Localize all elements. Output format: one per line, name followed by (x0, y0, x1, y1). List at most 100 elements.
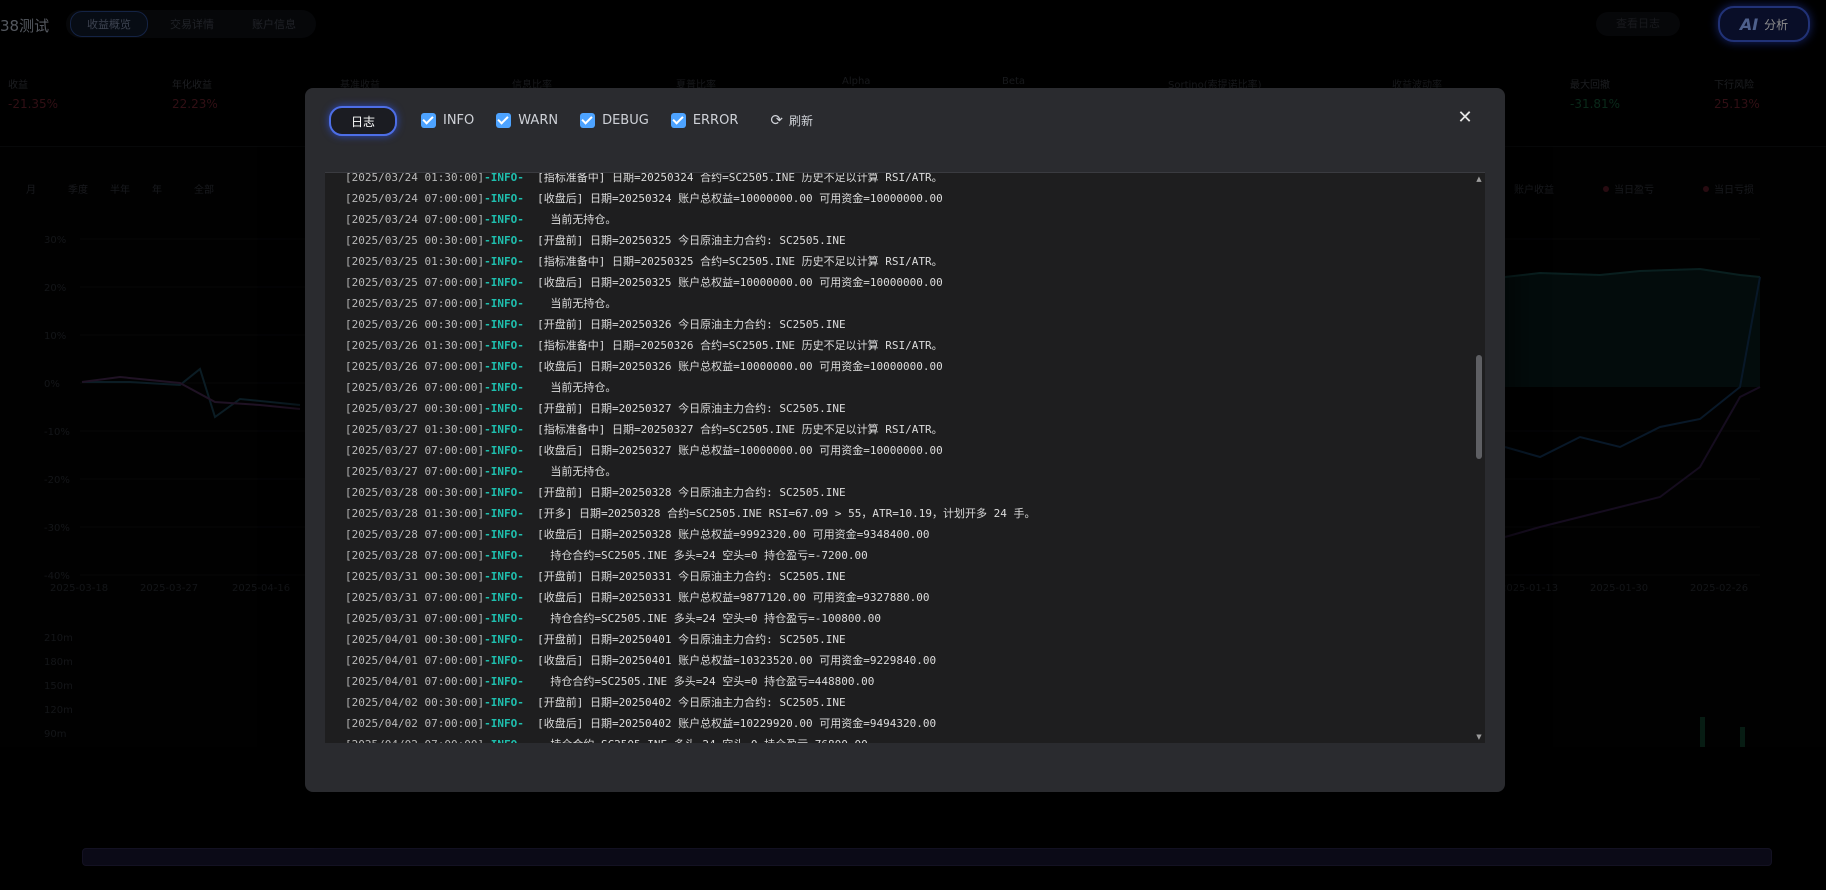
log-timestamp: [2025/03/27 01:30:00] (345, 423, 485, 436)
log-message: [开盘前] 日期=20250325 今日原油主力合约: SC2505.INE (523, 234, 846, 247)
log-timestamp: [2025/03/26 00:30:00] (345, 318, 485, 331)
log-timestamp: [2025/03/31 07:00:00] (345, 591, 485, 604)
log-message: [指标准备中] 日期=20250325 合约=SC2505.INE 历史不足以计… (523, 255, 943, 268)
log-level: -INFO- (484, 276, 524, 289)
log-message: [收盘后] 日期=20250324 账户总权益=10000000.00 可用资金… (523, 192, 943, 205)
scroll-down-arrow-icon[interactable]: ▼ (1475, 733, 1483, 741)
log-timestamp: [2025/03/26 07:00:00] (345, 381, 485, 394)
log-timestamp: [2025/03/24 01:30:00] (345, 172, 485, 184)
log-tab-button[interactable]: 日志 (329, 106, 397, 136)
error-checkbox[interactable] (670, 112, 686, 128)
log-message: 当前无持仓。 (523, 381, 617, 394)
log-timestamp: [2025/04/01 07:00:00] (345, 675, 485, 688)
log-line: [2025/03/28 01:30:00]-INFO- [开多] 日期=2025… (345, 503, 1035, 524)
log-lines: [2025/03/24 01:30:00]-INFO- [指标准备中] 日期=2… (345, 172, 1035, 743)
log-line: [2025/03/24 07:00:00]-INFO- 当前无持仓。 (345, 209, 1035, 230)
log-line: [2025/03/28 07:00:00]-INFO- 持仓合约=SC2505.… (345, 545, 1035, 566)
scrollbar-thumb[interactable] (1476, 355, 1482, 459)
log-level: -INFO- (484, 612, 524, 625)
log-timestamp: [2025/04/02 07:00:00] (345, 738, 484, 743)
log-message: [指标准备中] 日期=20250327 合约=SC2505.INE 历史不足以计… (523, 423, 943, 436)
log-message: [开多] 日期=20250328 合约=SC2505.INE RSI=67.09… (523, 507, 1036, 520)
log-timestamp: [2025/03/27 07:00:00] (345, 465, 485, 478)
log-timestamp: [2025/04/01 07:00:00] (345, 654, 485, 667)
log-message: 持仓合约=SC2505.INE 多头=24 空头=0 持仓盈亏=76800.00 (524, 738, 867, 743)
log-timestamp: [2025/04/02 00:30:00] (345, 696, 485, 709)
log-timestamp: [2025/03/28 00:30:00] (345, 486, 485, 499)
info-checkbox[interactable] (421, 112, 436, 128)
log-timestamp: [2025/03/28 01:30:00] (345, 507, 485, 520)
log-line: [2025/03/27 00:30:00]-INFO- [开盘前] 日期=202… (345, 398, 1035, 419)
log-level: -INFO- (484, 591, 524, 604)
log-level: -INFO- (484, 633, 524, 646)
log-timestamp: [2025/03/28 07:00:00] (345, 528, 485, 541)
scroll-up-arrow-icon[interactable]: ▲ (1475, 175, 1483, 183)
filter-error-label: ERROR (692, 112, 739, 128)
filter-info[interactable]: INFO (421, 112, 475, 128)
log-message: [开盘前] 日期=20250327 今日原油主力合约: SC2505.INE (523, 402, 846, 415)
log-message: [开盘前] 日期=20250326 今日原油主力合约: SC2505.INE (523, 318, 846, 331)
log-line: [2025/03/27 01:30:00]-INFO- [指标准备中] 日期=2… (345, 419, 1035, 440)
warn-checkbox[interactable] (496, 112, 512, 128)
log-line: [2025/03/24 01:30:00]-INFO- [指标准备中] 日期=2… (345, 172, 1035, 188)
log-level: -INFO- (484, 549, 524, 562)
log-message: [收盘后] 日期=20250325 账户总权益=10000000.00 可用资金… (523, 276, 943, 289)
log-level: -INFO- (484, 717, 524, 730)
log-message: [开盘前] 日期=20250402 今日原油主力合约: SC2505.INE (523, 696, 846, 709)
log-output[interactable]: [2025/03/24 01:30:00]-INFO- [指标准备中] 日期=2… (325, 172, 1485, 743)
log-level: -INFO- (484, 255, 524, 268)
log-level: -INFO- (484, 381, 524, 394)
log-level: -INFO- (484, 738, 524, 743)
log-line: [2025/03/31 07:00:00]-INFO- [收盘后] 日期=202… (345, 587, 1035, 608)
filter-error[interactable]: ERROR (670, 112, 739, 128)
log-line: [2025/03/27 07:00:00]-INFO- [收盘后] 日期=202… (345, 440, 1035, 461)
log-line: [2025/03/26 07:00:00]-INFO- [收盘后] 日期=202… (345, 356, 1035, 377)
log-dialog: 日志 INFO WARN DEBUG ERROR ⟳ 刷新 ✕ [2025/03… (305, 88, 1505, 792)
log-timestamp: [2025/03/24 07:00:00] (345, 192, 485, 205)
log-line: [2025/03/26 00:30:00]-INFO- [开盘前] 日期=202… (345, 314, 1035, 335)
filter-info-label: INFO (443, 112, 475, 128)
log-line: [2025/03/31 00:30:00]-INFO- [开盘前] 日期=202… (345, 566, 1035, 587)
log-level: -INFO- (484, 696, 524, 709)
log-timestamp: [2025/03/31 00:30:00] (345, 570, 485, 583)
log-level: -INFO- (484, 654, 524, 667)
refresh-icon: ⟳ (770, 111, 783, 129)
log-line: [2025/03/31 07:00:00]-INFO- 持仓合约=SC2505.… (345, 608, 1035, 629)
log-level: -INFO- (484, 192, 524, 205)
log-message: 持仓合约=SC2505.INE 多头=24 空头=0 持仓盈亏=448800.0… (523, 675, 875, 688)
filter-debug[interactable]: DEBUG (580, 112, 649, 128)
filter-debug-label: DEBUG (602, 112, 649, 128)
log-level: -INFO- (484, 360, 524, 373)
filter-warn[interactable]: WARN (496, 112, 558, 128)
log-line: [2025/03/24 07:00:00]-INFO- [收盘后] 日期=202… (345, 188, 1035, 209)
log-line: [2025/03/28 00:30:00]-INFO- [开盘前] 日期=202… (345, 482, 1035, 503)
log-message: [收盘后] 日期=20250401 账户总权益=10323520.00 可用资金… (523, 654, 937, 667)
log-line: [2025/04/01 07:00:00]-INFO- [收盘后] 日期=202… (345, 650, 1035, 671)
log-timestamp: [2025/04/02 07:00:00] (345, 717, 485, 730)
refresh-button[interactable]: ⟳ 刷新 (770, 111, 813, 129)
log-timestamp: [2025/03/26 07:00:00] (345, 360, 485, 373)
log-message: [收盘后] 日期=20250328 账户总权益=9992320.00 可用资金=… (523, 528, 930, 541)
log-message: 持仓合约=SC2505.INE 多头=24 空头=0 持仓盈亏=-100800.… (523, 612, 881, 625)
log-line: [2025/03/28 07:00:00]-INFO- [收盘后] 日期=202… (345, 524, 1035, 545)
log-timestamp: [2025/03/27 07:00:00] (345, 444, 485, 457)
log-level: -INFO- (484, 486, 524, 499)
log-line: [2025/03/25 07:00:00]-INFO- 当前无持仓。 (345, 293, 1035, 314)
log-scrollbar[interactable]: ▲ ▼ (1473, 173, 1485, 743)
log-timestamp: [2025/03/26 01:30:00] (345, 339, 485, 352)
close-icon[interactable]: ✕ (1455, 108, 1475, 128)
log-level: -INFO- (484, 570, 524, 583)
log-level: -INFO- (484, 528, 524, 541)
log-timestamp: [2025/03/31 07:00:00] (345, 612, 485, 625)
log-message: 当前无持仓。 (523, 297, 617, 310)
log-message: [收盘后] 日期=20250326 账户总权益=10000000.00 可用资金… (523, 360, 943, 373)
log-level: -INFO- (484, 675, 524, 688)
log-timestamp: [2025/03/24 07:00:00] (345, 213, 485, 226)
log-level: -INFO- (484, 172, 524, 184)
log-message: 持仓合约=SC2505.INE 多头=24 空头=0 持仓盈亏=-7200.00 (523, 549, 868, 562)
debug-checkbox[interactable] (580, 112, 596, 128)
log-timestamp: [2025/03/25 00:30:00] (345, 234, 485, 247)
log-timestamp: [2025/03/25 07:00:00] (345, 276, 485, 289)
log-line: [2025/03/25 01:30:00]-INFO- [指标准备中] 日期=2… (345, 251, 1035, 272)
log-level: -INFO- (484, 297, 524, 310)
